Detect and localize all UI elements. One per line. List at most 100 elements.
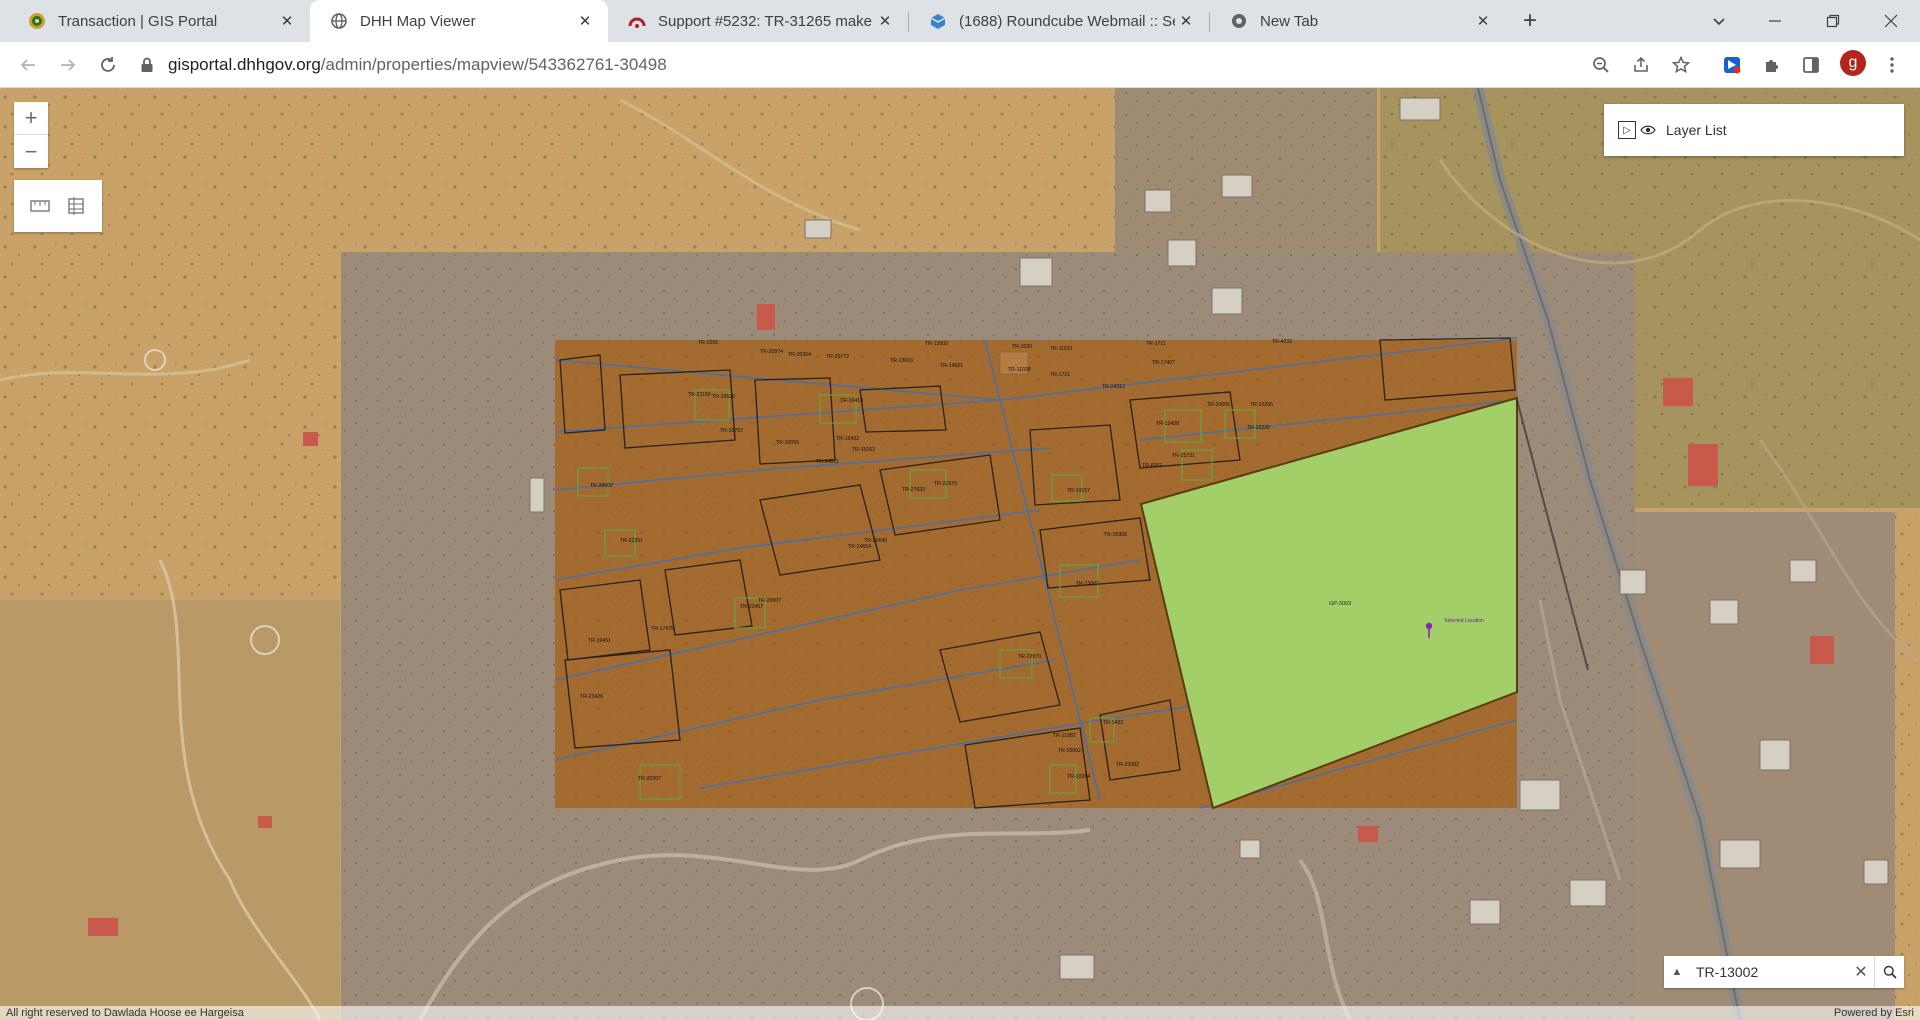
parcel-label[interactable]: TR-22082 bbox=[1116, 762, 1139, 768]
restore-window-icon[interactable] bbox=[1810, 0, 1856, 42]
parcel-label[interactable]: TR-15163 bbox=[852, 447, 875, 453]
parcel-label[interactable]: TR-16413 bbox=[840, 398, 863, 404]
attribution-left: All right reserved to Dawlada Hoose ee H… bbox=[6, 1007, 244, 1019]
parcel-label[interactable]: TR-20002 bbox=[590, 483, 613, 489]
side-panel-icon[interactable] bbox=[1797, 51, 1825, 79]
search-icon[interactable] bbox=[1874, 956, 1904, 988]
parcel-label[interactable]: TR-11982 bbox=[1053, 733, 1076, 739]
tab-new-tab[interactable]: New Tab ✕ bbox=[1210, 0, 1506, 42]
parcel-label[interactable]: TR-22251 bbox=[620, 538, 643, 544]
tab-dhh-map-viewer[interactable]: DHH Map Viewer ✕ bbox=[310, 0, 608, 42]
parcel-label[interactable]: TR-25731 bbox=[1172, 453, 1195, 459]
parcel-label[interactable]: TR-13003 bbox=[890, 358, 913, 364]
zoom-out-icon[interactable] bbox=[1587, 51, 1615, 79]
extensions-puzzle-icon[interactable] bbox=[1758, 51, 1786, 79]
satellite-basemap: TR-2256 TR-20974 TR-20364 TR-20772 TR-13003 T… bbox=[0, 88, 1920, 1020]
parcel-label[interactable]: TR-12428 bbox=[1156, 421, 1179, 427]
minimize-window-icon[interactable] bbox=[1752, 0, 1798, 42]
parcel-label[interactable]: TR-10265 bbox=[1250, 402, 1273, 408]
parcel-label[interactable]: TR-13002 bbox=[1076, 581, 1099, 587]
parcel-label[interactable]: TR-19451 bbox=[588, 638, 611, 644]
parcel-label[interactable]: TR-20006 bbox=[1207, 402, 1230, 408]
parcel-label[interactable]: TR-1020 bbox=[1012, 344, 1032, 350]
parcel-label[interactable]: TR-17475 bbox=[651, 626, 674, 632]
tab-title: Support #5232: TR-31265 make p bbox=[658, 12, 874, 30]
clear-search-icon[interactable]: ✕ bbox=[1848, 962, 1874, 982]
roundcube-favicon bbox=[929, 12, 947, 30]
map-view[interactable]: TR-2256 TR-20974 TR-20364 TR-20772 TR-13003 T… bbox=[0, 88, 1920, 1020]
measure-distance-icon[interactable] bbox=[25, 191, 55, 221]
search-input[interactable]: TR-13002 bbox=[1690, 964, 1848, 980]
lock-icon[interactable] bbox=[140, 57, 156, 73]
close-tab-icon[interactable]: ✕ bbox=[1472, 10, 1494, 32]
parcel-label[interactable]: TR-22220 bbox=[1247, 425, 1270, 431]
tab-strip: Transaction | GIS Portal ✕ DHH Map Viewe… bbox=[0, 0, 1920, 42]
parcel-label[interactable]: TR-20364 bbox=[788, 352, 811, 358]
parcel-label[interactable]: TR-25002 bbox=[1058, 748, 1081, 754]
parcel-label[interactable]: TR-6052 bbox=[1142, 463, 1162, 469]
parcel-label[interactable]: TR-11031 bbox=[1050, 346, 1073, 352]
url-path: /admin/properties/mapview/543362761-3049… bbox=[320, 55, 667, 74]
parcel-label[interactable]: TR-22970 bbox=[1018, 654, 1041, 660]
parcel-label[interactable]: TR-16432 bbox=[836, 436, 859, 442]
bookmark-star-icon[interactable] bbox=[1667, 51, 1695, 79]
tab-title: New Tab bbox=[1260, 12, 1319, 30]
parcel-label[interactable]: TR-20974 bbox=[760, 349, 783, 355]
tab-title: Transaction | GIS Portal bbox=[58, 12, 218, 30]
tab-transaction-gis-portal[interactable]: Transaction | GIS Portal ✕ bbox=[8, 0, 310, 42]
new-tab-button[interactable]: + bbox=[1516, 7, 1544, 35]
parcel-label[interactable]: TR-21970 bbox=[934, 481, 957, 487]
parcel-label[interactable]: TR-11038 bbox=[1008, 367, 1031, 373]
share-icon[interactable] bbox=[1627, 51, 1655, 79]
zoom-control: + − bbox=[14, 102, 48, 168]
measure-area-icon[interactable] bbox=[61, 191, 91, 221]
browser-toolbar: gisportal.dhhgov.org/admin/properties/ma… bbox=[0, 42, 1920, 88]
parcel-label[interactable]: TR-20307 bbox=[638, 776, 661, 782]
profile-avatar[interactable]: g bbox=[1840, 50, 1866, 76]
address-bar[interactable]: gisportal.dhhgov.org/admin/properties/ma… bbox=[140, 48, 1700, 82]
close-tab-icon[interactable]: ✕ bbox=[276, 10, 298, 32]
parcel-label[interactable]: TR-23426 bbox=[580, 694, 603, 700]
tab-search-chevron-icon[interactable] bbox=[1696, 0, 1742, 42]
parcel-label[interactable]: TR-4232 bbox=[1272, 339, 1292, 345]
parcel-label[interactable]: TR-1711 bbox=[1146, 341, 1166, 347]
layer-list-panel[interactable]: ▷ Layer List bbox=[1604, 104, 1904, 156]
parcel-label[interactable]: TR-24654 bbox=[848, 544, 871, 550]
parcel-label[interactable]: TR-10284 bbox=[1067, 774, 1090, 780]
zoom-out-button[interactable]: − bbox=[14, 135, 48, 168]
reload-icon[interactable] bbox=[92, 49, 124, 81]
eye-icon[interactable] bbox=[1640, 124, 1656, 136]
close-tab-icon[interactable]: ✕ bbox=[574, 10, 596, 32]
kebab-menu-icon[interactable] bbox=[1878, 51, 1906, 79]
layer-list-label: Layer List bbox=[1666, 122, 1727, 138]
parcel-label[interactable]: TR-10520 bbox=[712, 394, 735, 400]
parcel-label[interactable]: TR-14821 bbox=[940, 363, 963, 369]
parcel-label[interactable]: TR-15757 bbox=[720, 428, 743, 434]
extension-shield-icon[interactable] bbox=[1718, 51, 1746, 79]
parcel-label[interactable]: TR-2256 bbox=[698, 340, 718, 346]
parcel-label[interactable]: TR-24811 bbox=[816, 459, 839, 465]
parcel-label[interactable]: TR-10157 bbox=[1067, 488, 1090, 494]
close-window-icon[interactable] bbox=[1868, 0, 1914, 42]
parcel-label[interactable]: TR-21150 bbox=[688, 392, 711, 398]
close-tab-icon[interactable]: ✕ bbox=[874, 10, 896, 32]
parcel-label[interactable]: TR-27833 bbox=[902, 487, 925, 493]
close-tab-icon[interactable]: ✕ bbox=[1175, 10, 1197, 32]
tab-support-5232[interactable]: Support #5232: TR-31265 make p ✕ bbox=[608, 0, 908, 42]
tab-roundcube-webmail[interactable]: (1688) Roundcube Webmail :: Ser ✕ bbox=[909, 0, 1209, 42]
zoom-in-button[interactable]: + bbox=[14, 102, 48, 135]
search-source-chevron-icon[interactable]: ▲ bbox=[1664, 966, 1690, 978]
parcel-label[interactable]: TR-10055 bbox=[776, 440, 799, 446]
expand-toggle-icon[interactable]: ▷ bbox=[1618, 121, 1636, 139]
parcel-label[interactable]: TR-23457 bbox=[740, 604, 763, 610]
parcel-label[interactable]: TR-24312 bbox=[1102, 384, 1125, 390]
parcel-label[interactable]: TR-25956 bbox=[1104, 532, 1127, 538]
back-arrow-icon[interactable] bbox=[12, 49, 44, 81]
parcel-label[interactable]: TR-1721 bbox=[1050, 372, 1070, 378]
attribution-right: Powered by Esri bbox=[1833, 1007, 1914, 1019]
parcel-label[interactable]: TR-13002 bbox=[925, 341, 948, 347]
parcel-label[interactable]: TR-17407 bbox=[1152, 360, 1175, 366]
forward-arrow-icon[interactable] bbox=[52, 49, 84, 81]
parcel-label[interactable]: TR-20772 bbox=[826, 354, 849, 360]
parcel-label[interactable]: TR-1432 bbox=[1103, 720, 1123, 726]
